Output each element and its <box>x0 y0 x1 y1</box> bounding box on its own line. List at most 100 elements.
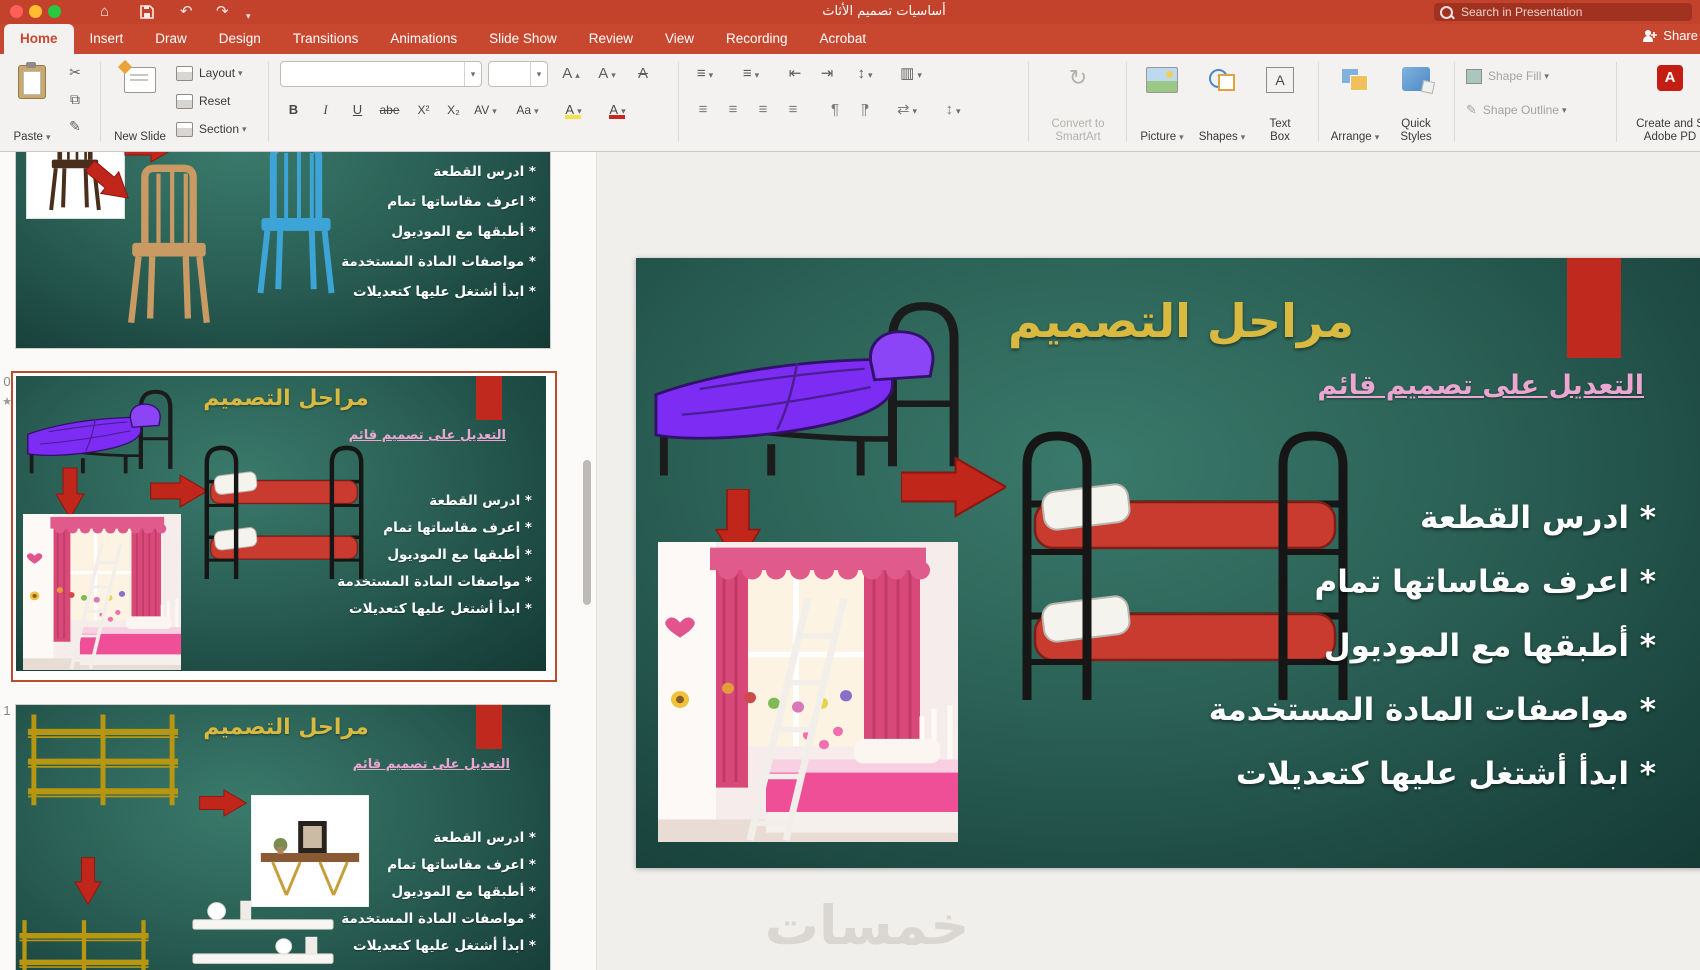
bedroom-photo[interactable] <box>658 542 958 842</box>
section-button[interactable]: Section ▾ <box>176 117 247 141</box>
purple-bed-illustration[interactable] <box>648 286 966 481</box>
line-spacing-button[interactable]: ↕ ▾ <box>850 61 880 87</box>
minimize-window-button[interactable] <box>29 5 42 18</box>
undo-icon[interactable]: ↶ <box>180 2 193 22</box>
paste-button[interactable]: Paste ▾ <box>8 57 56 149</box>
font-size-input[interactable] <box>491 63 531 85</box>
quick-styles-button[interactable]: Quick Styles <box>1388 57 1444 149</box>
align-right-button[interactable]: ≡ <box>750 97 776 123</box>
text-box-icon: A <box>1266 67 1294 93</box>
rtl-paragraph-button[interactable]: ¶ <box>852 97 878 123</box>
thumbnail-subtitle: التعديل على تصميم قائم <box>352 757 510 772</box>
bullet-line[interactable]: * مواصفات المادة المستخدمة <box>1209 678 1656 742</box>
slide-subtitle[interactable]: التعديل على تصميم قائم <box>1317 370 1644 401</box>
italic-button[interactable]: I <box>312 97 339 123</box>
tab-transitions[interactable]: Transitions <box>277 24 375 54</box>
bullet-line[interactable]: * اعرف مقاساتها تمام <box>1209 550 1656 614</box>
search-input[interactable] <box>1459 4 1686 20</box>
bullet-line[interactable]: * أطبقها مع الموديول <box>1209 614 1656 678</box>
font-color-button[interactable]: A ▾ <box>604 97 631 123</box>
thumbnail-bullet-list: * ادرس القطعة * اعرف مقاساتها تمام * أطب… <box>337 493 532 617</box>
reset-button[interactable]: Reset <box>176 89 230 113</box>
bold-button[interactable]: B <box>280 97 307 123</box>
arrange-button[interactable]: Arrange ▾ <box>1326 57 1384 149</box>
current-slide[interactable]: مراحل التصميم التعديل على تصميم قائم * ا… <box>636 258 1700 868</box>
format-painter-button[interactable]: ✎ <box>62 114 88 138</box>
shape-fill-button[interactable]: Shape Fill ▾ <box>1466 64 1549 88</box>
shape-outline-button[interactable]: ✎ Shape Outline ▾ <box>1466 98 1567 122</box>
shapes-button[interactable]: Shapes ▾ <box>1194 57 1250 149</box>
home-icon[interactable]: ⌂ <box>100 2 109 22</box>
font-size-caret-icon[interactable]: ▾ <box>530 62 547 86</box>
share-button[interactable]: Share <box>1642 28 1698 43</box>
align-center-button[interactable]: ≡ <box>720 97 746 123</box>
redo-icon[interactable]: ↷ <box>216 2 229 22</box>
increase-indent-button[interactable]: ⇥ <box>814 61 840 87</box>
tab-view[interactable]: View <box>649 24 710 54</box>
slide-thumbnail-beds[interactable]: مراحل التصميم التعديل على تصميم قائم * ا… <box>16 376 546 671</box>
clear-formatting-button[interactable]: A <box>628 61 658 87</box>
picture-button[interactable]: Picture ▾ <box>1134 57 1190 149</box>
quick-styles-icon <box>1402 67 1430 91</box>
underline-button[interactable]: U <box>344 97 371 123</box>
justify-button[interactable]: ≡ <box>780 97 806 123</box>
tab-design[interactable]: Design <box>203 24 277 54</box>
slide-thumbnail-chairs[interactable]: * ادرس القطعة * اعرف مقاساتها تمام * أطب… <box>15 152 551 349</box>
highlight-color-button[interactable]: A ▾ <box>560 97 587 123</box>
decrease-indent-button[interactable]: ⇤ <box>782 61 808 87</box>
tab-home[interactable]: Home <box>4 24 74 54</box>
shrink-font-button[interactable]: A ▾ <box>592 61 622 87</box>
quick-access-caret-icon[interactable]: ▾ <box>246 6 251 26</box>
bullet-line[interactable]: * ابدأ أشتغل عليها كتعديلات <box>1209 742 1656 806</box>
text-box-button[interactable]: A Text Box <box>1254 57 1306 149</box>
bedroom-photo <box>23 514 181 670</box>
zoom-window-button[interactable] <box>48 5 61 18</box>
align-left-button[interactable]: ≡ <box>690 97 716 123</box>
change-case-button[interactable]: Aa ▾ <box>514 97 541 123</box>
justify-icon: ≡ <box>788 101 798 118</box>
align-text-button[interactable]: ↕ ▾ <box>936 97 970 123</box>
red-accent-bar[interactable] <box>1567 258 1621 358</box>
convert-to-smartart-button[interactable]: ↻ Convert to SmartArt <box>1038 57 1118 149</box>
slide-thumbnail-selected-border: مراحل التصميم التعديل على تصميم قائم * ا… <box>11 371 557 682</box>
cut-button[interactable]: ✂ <box>62 60 88 84</box>
ltr-paragraph-button[interactable]: ¶ <box>822 97 848 123</box>
tab-animations[interactable]: Animations <box>374 24 473 54</box>
numbering-button[interactable]: ≡ ▾ <box>736 61 766 87</box>
strikethrough-button[interactable]: abe <box>376 97 403 123</box>
slide-title[interactable]: مراحل التصميم <box>966 294 1396 348</box>
grow-font-button[interactable]: A ▴ <box>556 61 586 87</box>
tab-draw[interactable]: Draw <box>139 24 203 54</box>
character-spacing-button[interactable]: AV ▾ <box>472 97 499 123</box>
close-window-button[interactable] <box>10 5 23 18</box>
tab-recording[interactable]: Recording <box>710 24 804 54</box>
font-size-combo[interactable]: ▾ <box>488 61 548 87</box>
font-name-caret-icon[interactable]: ▾ <box>464 62 481 86</box>
paragraph-group: ≡ ▾ ≡ ▾ ⇤ ⇥ ↕ ▾ ▥ ▾ ≡ ≡ ≡ ≡ ¶ ¶ ⇄ ▾ ↕ ▾ <box>684 54 1029 152</box>
slide-bullet-list[interactable]: * ادرس القطعة * اعرف مقاساتها تمام * أطب… <box>1209 486 1656 806</box>
superscript-button[interactable]: X² <box>410 97 437 123</box>
new-slide-button[interactable]: New Slide <box>112 57 168 149</box>
red-arrow-right[interactable] <box>901 456 1006 518</box>
subscript-button[interactable]: X₂ <box>440 97 467 123</box>
font-name-input[interactable] <box>283 63 465 85</box>
font-name-combo[interactable]: ▾ <box>280 61 482 87</box>
thumbnail-bullet-list: * ادرس القطعة * اعرف مقاساتها تمام * أطب… <box>341 830 536 954</box>
tab-insert[interactable]: Insert <box>74 24 140 54</box>
tab-slideshow[interactable]: Slide Show <box>473 24 573 54</box>
copy-button[interactable]: ⧉ <box>62 87 88 111</box>
thumbnail-scrollbar[interactable] <box>583 460 591 605</box>
tab-acrobat[interactable]: Acrobat <box>804 24 883 54</box>
save-icon[interactable] <box>140 5 154 19</box>
slide-thumbnail-shelves[interactable]: مراحل التصميم التعديل على تصميم قائم * ا… <box>15 704 551 970</box>
bullet-line[interactable]: * ادرس القطعة <box>1209 486 1656 550</box>
layout-icon <box>176 65 193 81</box>
text-direction-button[interactable]: ⇄ ▾ <box>890 97 924 123</box>
create-pdf-button[interactable]: A Create and S Adobe PD <box>1624 57 1700 149</box>
bullets-button[interactable]: ≡ ▾ <box>690 61 720 87</box>
layout-button[interactable]: Layout ▾ <box>176 61 243 85</box>
columns-button[interactable]: ▥ ▾ <box>896 61 926 87</box>
search-field[interactable] <box>1434 3 1692 21</box>
tab-review[interactable]: Review <box>573 24 649 54</box>
powerpoint-window: ⌂ ↶ ↷ ▾ أساسيات تصميم الأثاث Home Insert… <box>0 0 1700 970</box>
